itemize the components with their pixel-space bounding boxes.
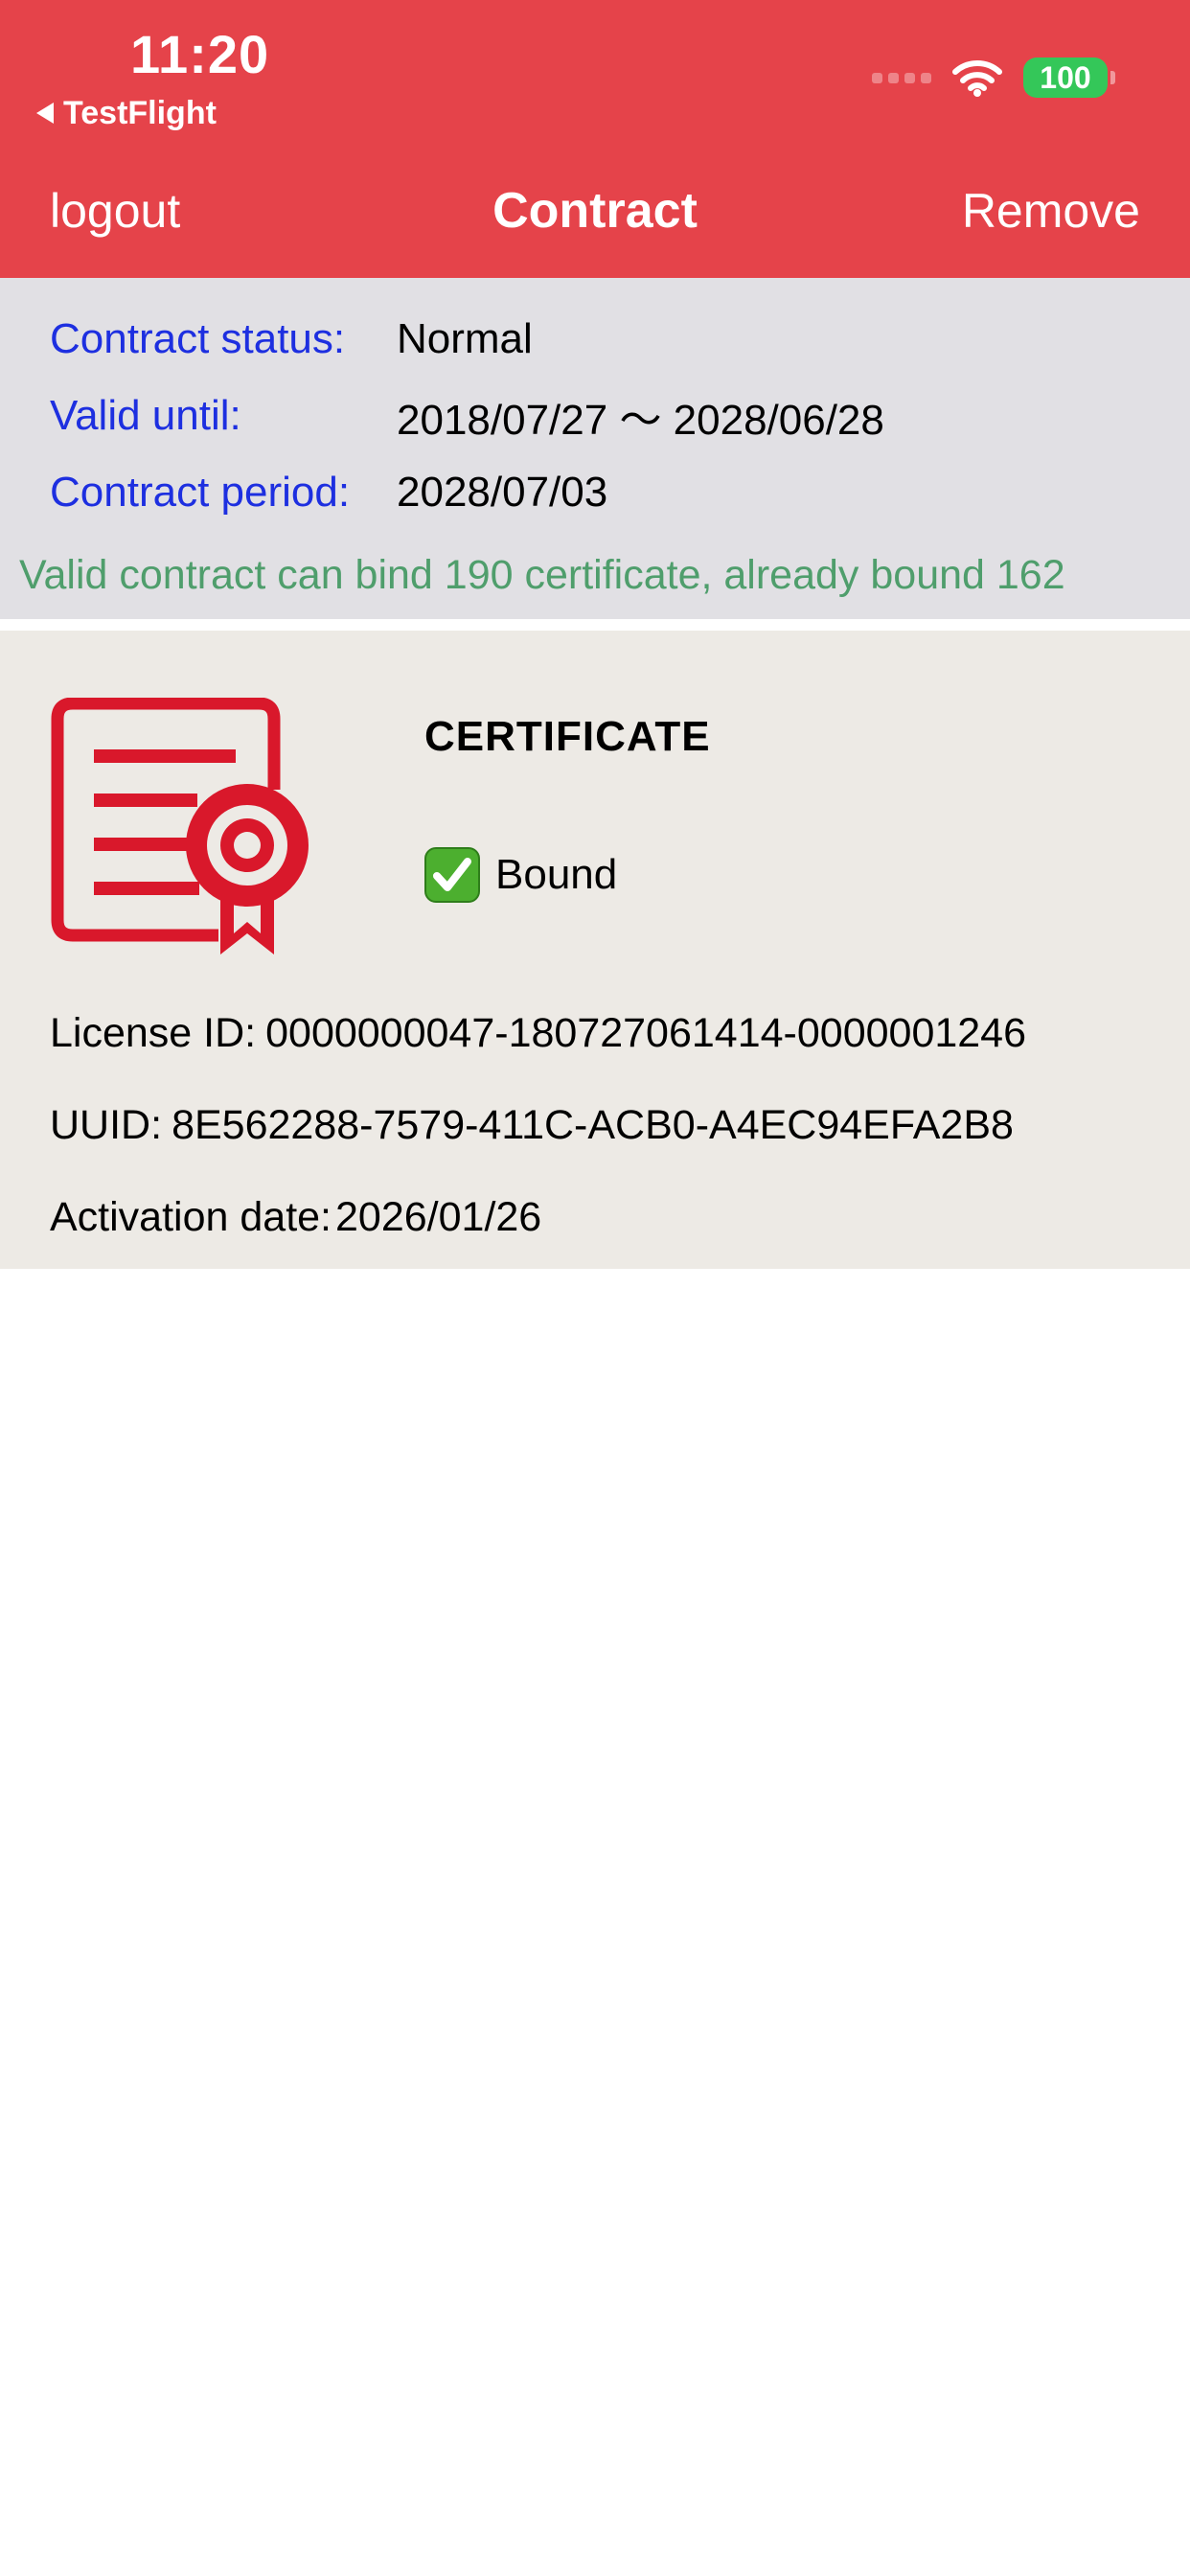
valid-until-label: Valid until: (50, 392, 241, 439)
uuid-row: UUID: 8E562288-7579-411C-ACB0-A4EC94EFA2B… (50, 1096, 1014, 1154)
contract-period-value: 2028/07/03 (397, 469, 608, 516)
certificate-title: CERTIFICATE (424, 713, 711, 760)
bind-summary-text: Valid contract can bind 190 certificate,… (19, 552, 1065, 598)
uuid-label: UUID: (50, 1102, 163, 1148)
license-id-row: License ID: 0000000047-180727061414-00000… (50, 1004, 1026, 1062)
contract-period-row: Contract period: 2028/07/03 (50, 464, 607, 521)
back-arrow-icon (36, 103, 54, 124)
contract-info-panel: Contract status: Normal Valid until: 201… (0, 278, 1190, 619)
uuid-value: 8E562288-7579-411C-ACB0-A4EC94EFA2B8 (172, 1102, 1014, 1148)
battery-level: 100 (1023, 58, 1108, 98)
license-id-value: 0000000047-180727061414-0000001246 (265, 1010, 1027, 1056)
certificate-icon (51, 698, 309, 954)
battery-icon: 100 (1023, 58, 1115, 98)
contract-status-row: Contract status: Normal (50, 310, 533, 368)
signal-dots-icon (872, 72, 931, 83)
contract-period-label: Contract period: (50, 469, 351, 516)
valid-until-value: 2018/07/27 〜 2028/06/28 (397, 397, 884, 444)
contract-status-label: Contract status: (50, 315, 346, 362)
back-to-testflight[interactable]: TestFlight (36, 92, 217, 134)
remove-button[interactable]: Remove (962, 180, 1140, 242)
back-app-label: TestFlight (63, 94, 217, 131)
contract-status-value: Normal (397, 315, 533, 362)
valid-until-row: Valid until: 2018/07/27 〜 2028/06/28 (50, 387, 884, 445)
certificate-card[interactable]: CERTIFICATE Bound License ID: 0000000047-… (0, 631, 1190, 1269)
app-header: 11:20 TestFlight 100 logout Contract Rem… (0, 0, 1190, 278)
checkmark-icon (424, 847, 480, 903)
activation-date-row: Activation date:2026/01/26 (50, 1188, 541, 1246)
section-divider (0, 619, 1190, 631)
bound-status: Bound (424, 847, 617, 903)
bound-status-label: Bound (495, 851, 618, 898)
wifi-icon (952, 60, 1002, 97)
status-time: 11:20 (130, 24, 270, 84)
activation-date-label: Activation date: (50, 1194, 332, 1240)
status-indicators: 100 (872, 58, 1115, 98)
activation-date-value: 2026/01/26 (335, 1194, 542, 1240)
license-id-label: License ID: (50, 1010, 257, 1056)
